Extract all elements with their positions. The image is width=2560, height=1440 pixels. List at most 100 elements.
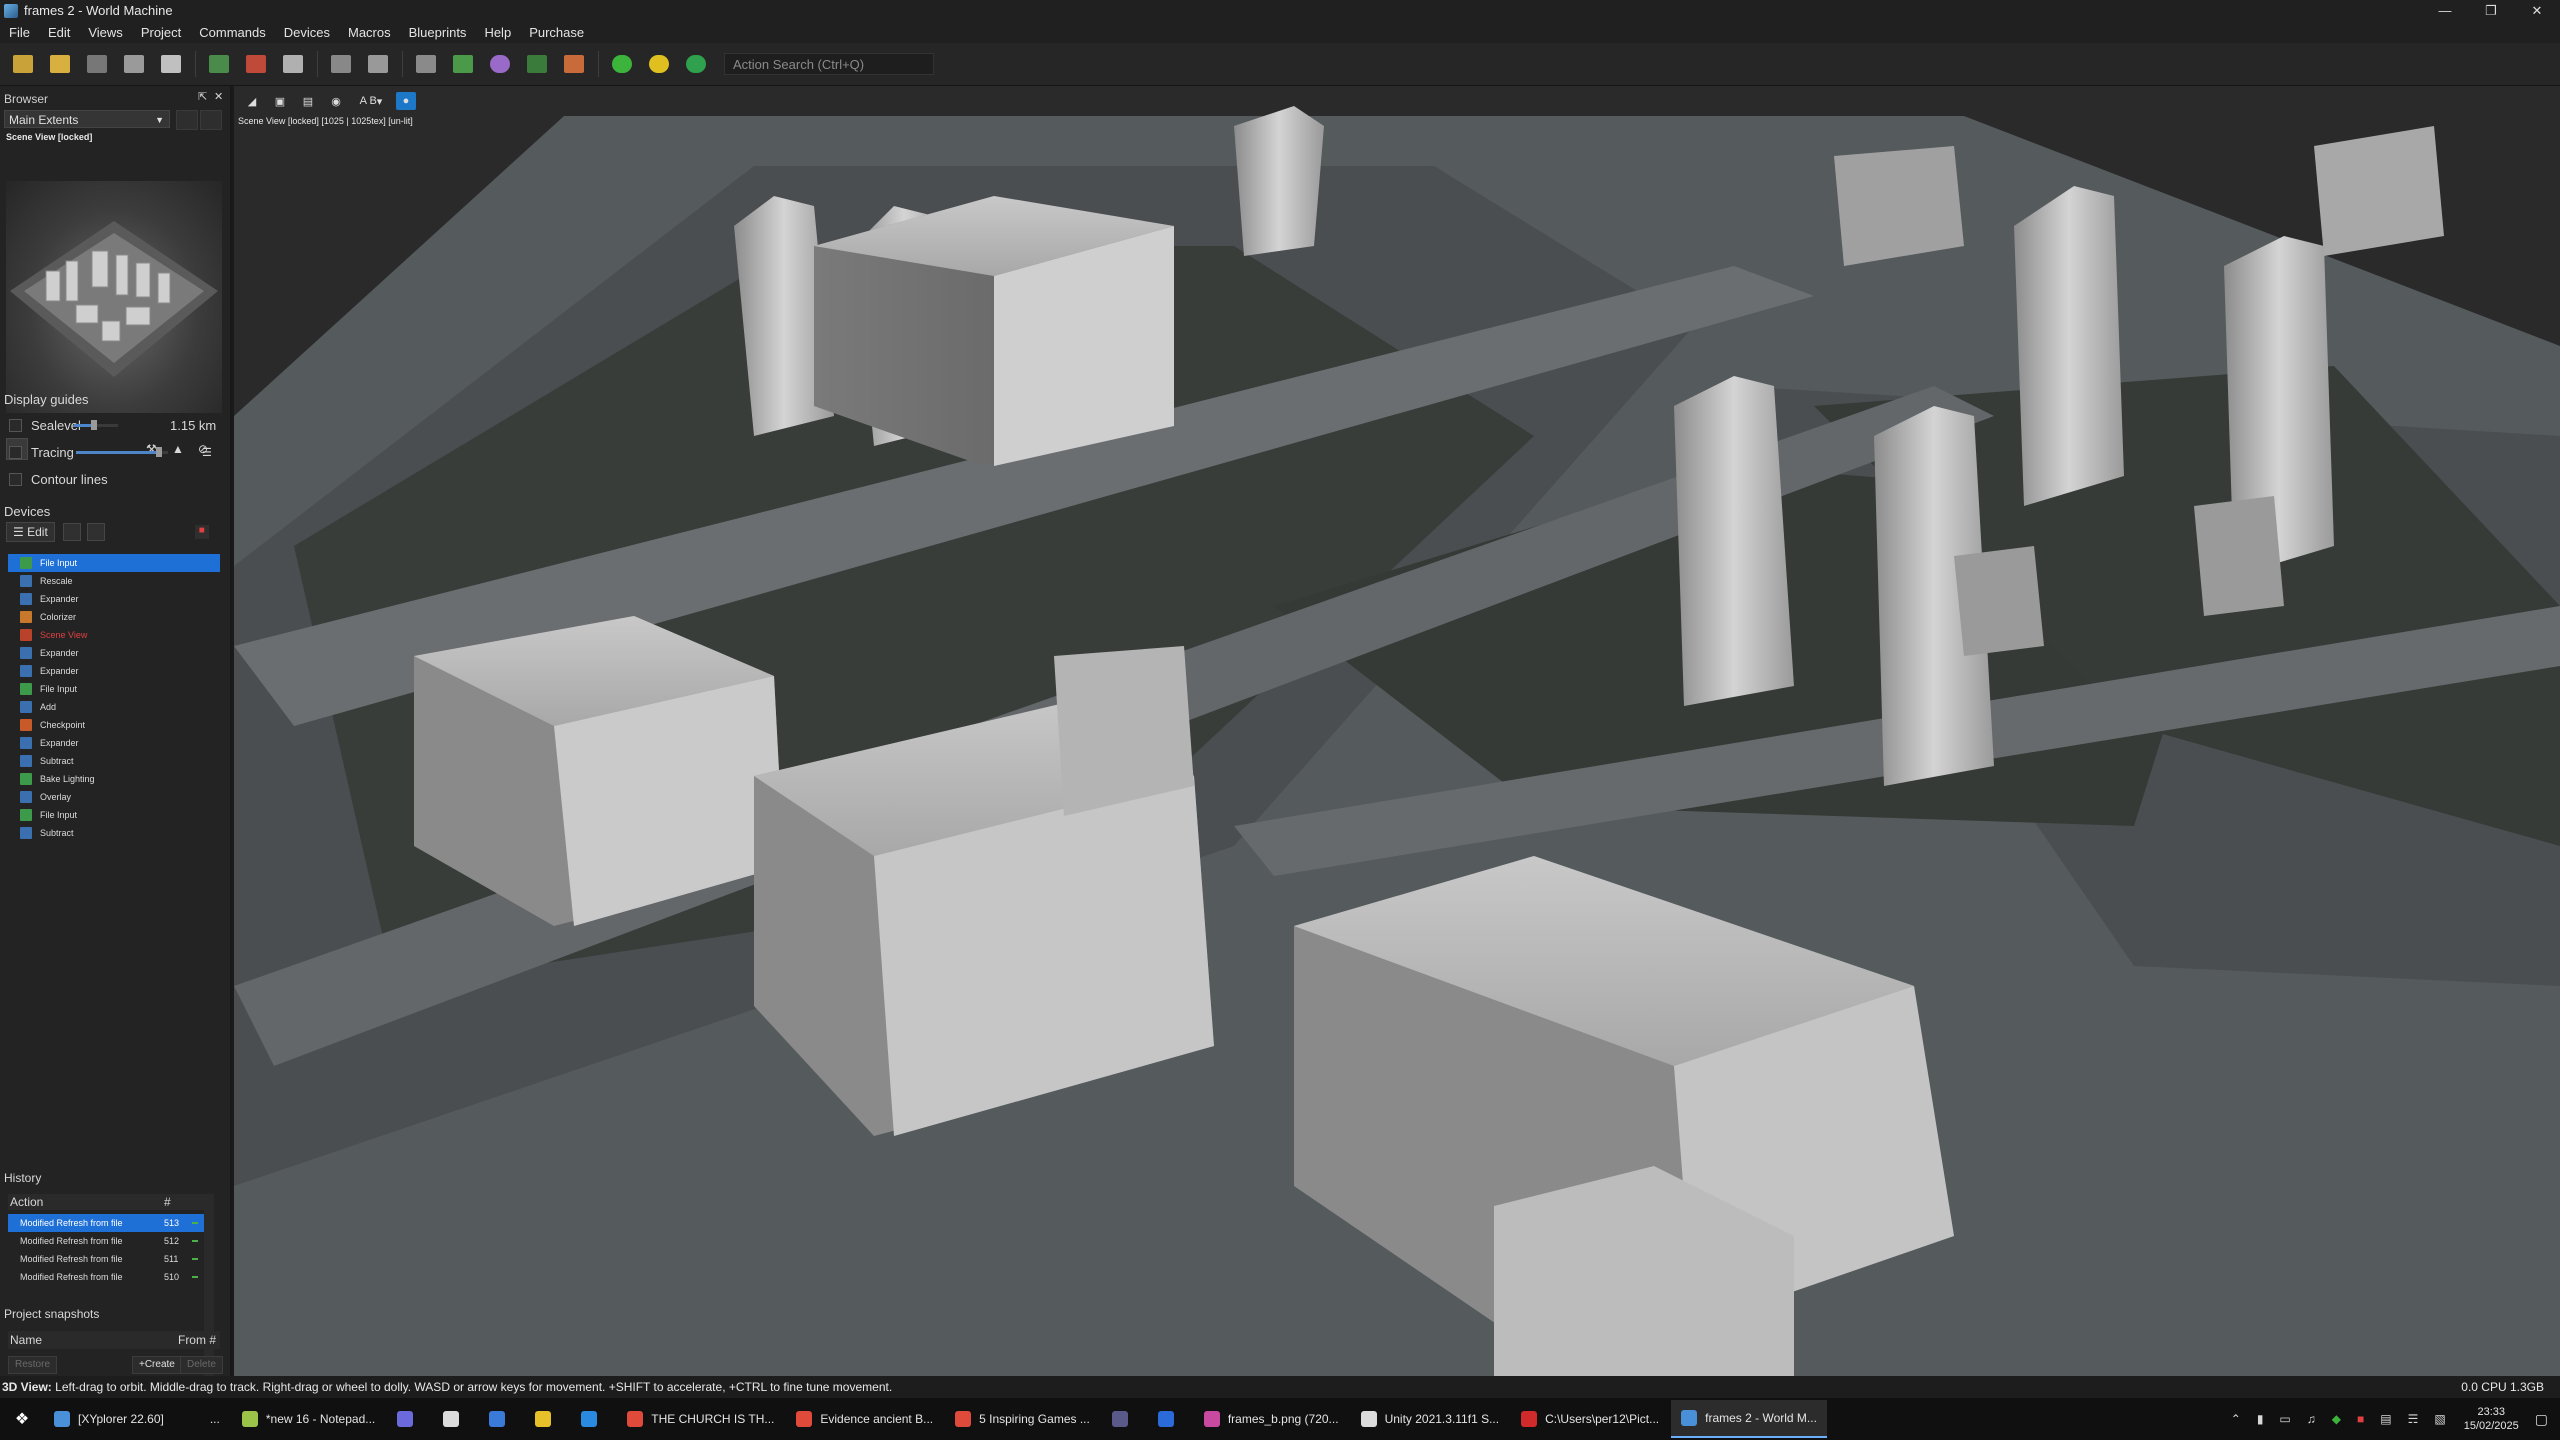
taskbar-item[interactable]: C:\Users\per12\Pict... — [1511, 1401, 1669, 1437]
view-workspace-button[interactable] — [412, 50, 440, 78]
menu-purchase[interactable]: Purchase — [520, 25, 593, 40]
build-tiled-button[interactable] — [682, 50, 710, 78]
device-item[interactable]: File Input — [8, 806, 220, 824]
new-project-button[interactable] — [9, 50, 37, 78]
view-3d-button[interactable] — [486, 50, 514, 78]
view-layout-button[interactable] — [449, 50, 477, 78]
taskbar-item[interactable] — [433, 1401, 477, 1437]
taskbar-item[interactable]: ... — [176, 1401, 230, 1437]
device-item[interactable]: Expander — [8, 590, 220, 608]
eye-icon[interactable]: ◉ — [326, 92, 346, 110]
taskbar-item[interactable]: Evidence ancient B... — [786, 1401, 943, 1437]
tree-view-button[interactable] — [62, 523, 81, 541]
tools-button[interactable] — [157, 50, 185, 78]
wifi-icon[interactable]: ☴ — [2408, 1412, 2419, 1426]
device-item[interactable]: Rescale — [8, 572, 220, 590]
build-preview-button[interactable] — [645, 50, 673, 78]
taskbar-item[interactable] — [387, 1401, 431, 1437]
lock-icon[interactable]: ■ — [194, 525, 209, 539]
save-button[interactable] — [120, 50, 148, 78]
menu-views[interactable]: Views — [79, 25, 131, 40]
pin-icon[interactable]: ⇱ — [198, 90, 207, 103]
panel-toggle-button[interactable] — [327, 50, 355, 78]
device-item[interactable]: File Input — [8, 554, 220, 572]
render-mode-icon[interactable]: ▤ — [298, 92, 318, 110]
taskbar-item[interactable]: 5 Inspiring Games ... — [945, 1401, 1100, 1437]
menu-blueprints[interactable]: Blueprints — [400, 25, 476, 40]
monitor-icon[interactable]: ▤ — [2380, 1412, 2391, 1426]
ab-compare-button[interactable]: A B ▾ — [354, 92, 388, 110]
device-item[interactable]: Colorizer — [8, 608, 220, 626]
contour-checkbox[interactable] — [9, 472, 22, 486]
menu-file[interactable]: File — [0, 25, 39, 40]
layout-button[interactable] — [364, 50, 392, 78]
lock-view-icon[interactable]: ● — [396, 92, 416, 110]
history-scrollbar[interactable] — [204, 1194, 214, 1380]
nav-back-button[interactable] — [176, 110, 198, 130]
tracing-slider[interactable] — [76, 447, 168, 457]
minimize-button[interactable]: — — [2422, 0, 2468, 21]
device-item[interactable]: Expander — [8, 644, 220, 662]
open-project-button[interactable] — [46, 50, 74, 78]
extents-dropdown[interactable]: Main Extents ▼ — [4, 110, 170, 128]
app-tray-icon[interactable]: ■ — [2357, 1412, 2364, 1426]
notifications-icon[interactable]: ▢ — [2535, 1411, 2548, 1428]
device-item[interactable]: Add — [8, 698, 220, 716]
taskbar-item[interactable] — [1102, 1401, 1146, 1437]
taskbar-item[interactable]: frames 2 - World M... — [1671, 1400, 1827, 1438]
help-button[interactable] — [83, 50, 111, 78]
taskbar-item[interactable]: *new 16 - Notepad... — [232, 1401, 385, 1437]
menu-edit[interactable]: Edit — [39, 25, 79, 40]
usb-icon[interactable]: ▮ — [2257, 1412, 2264, 1426]
shield-icon[interactable]: ◆ — [2332, 1412, 2341, 1426]
network-icon[interactable]: ▧ — [2434, 1412, 2445, 1426]
taskbar-item[interactable] — [1148, 1401, 1192, 1437]
speaker-icon[interactable]: ♫ — [2307, 1412, 2316, 1426]
device-item[interactable]: Checkpoint — [8, 716, 220, 734]
delete-snapshot-button[interactable]: Delete — [180, 1356, 223, 1374]
tray-chevron-icon[interactable]: ⌃ — [2231, 1412, 2241, 1426]
windows-start-icon[interactable]: ❖ — [0, 1398, 44, 1440]
tracing-options-icon[interactable]: ☰ — [202, 446, 212, 459]
menu-macros[interactable]: Macros — [339, 25, 400, 40]
clock[interactable]: 23:33 15/02/2025 — [2464, 1405, 2519, 1433]
device-item[interactable]: File Input — [8, 680, 220, 698]
sealevel-checkbox[interactable] — [9, 418, 22, 432]
settings-button[interactable] — [279, 50, 307, 78]
taskbar-item[interactable]: [XYplorer 22.60] — [44, 1401, 174, 1437]
action-search-input[interactable]: Action Search (Ctrl+Q) — [724, 53, 934, 75]
build-full-button[interactable] — [608, 50, 636, 78]
taskbar-item[interactable] — [525, 1401, 569, 1437]
restore-button[interactable]: ❐ — [2468, 0, 2514, 21]
build-button[interactable] — [205, 50, 233, 78]
taskbar-item[interactable]: Unity 2021.3.11f1 S... — [1351, 1401, 1510, 1437]
device-item[interactable]: Expander — [8, 734, 220, 752]
tracing-slider-thumb[interactable] — [155, 447, 162, 457]
device-item[interactable]: Subtract — [8, 752, 220, 770]
close-button[interactable]: ✕ — [2514, 0, 2560, 21]
taskbar-item[interactable]: frames_b.png (720... — [1194, 1401, 1349, 1437]
history-row[interactable]: Modified Refresh from file 512 — [8, 1232, 212, 1250]
taskbar-item[interactable] — [479, 1401, 523, 1437]
create-snapshot-button[interactable]: +Create — [132, 1356, 182, 1374]
device-item[interactable]: Bake Lighting — [8, 770, 220, 788]
sealevel-slider-thumb[interactable] — [90, 420, 97, 430]
devices-edit-button[interactable]: ☰ Edit — [6, 522, 55, 542]
menu-project[interactable]: Project — [132, 25, 190, 40]
scene-viewport[interactable]: ◢ ▣ ▤ ◉ A B ▾ ● Scene View [locked] [1025… — [234, 86, 2560, 1376]
scene-preview-thumbnail[interactable] — [6, 181, 222, 413]
nav-forward-button[interactable] — [200, 110, 222, 130]
list-view-button[interactable] — [86, 523, 105, 541]
view-2d-button[interactable] — [523, 50, 551, 78]
history-row[interactable]: Modified Refresh from file 513 — [8, 1214, 212, 1232]
history-row[interactable]: Modified Refresh from file 510 — [8, 1268, 212, 1286]
viewport-menu-button[interactable]: ◢ — [242, 92, 262, 110]
history-row[interactable]: Modified Refresh from file 511 — [8, 1250, 212, 1268]
taskbar-item[interactable]: THE CHURCH IS TH... — [617, 1401, 784, 1437]
menu-devices[interactable]: Devices — [275, 25, 339, 40]
stop-button[interactable] — [242, 50, 270, 78]
device-item[interactable]: Subtract — [8, 824, 220, 842]
view-explorer-button[interactable] — [560, 50, 588, 78]
device-item[interactable]: Overlay — [8, 788, 220, 806]
battery-icon[interactable]: ▭ — [2279, 1412, 2290, 1426]
